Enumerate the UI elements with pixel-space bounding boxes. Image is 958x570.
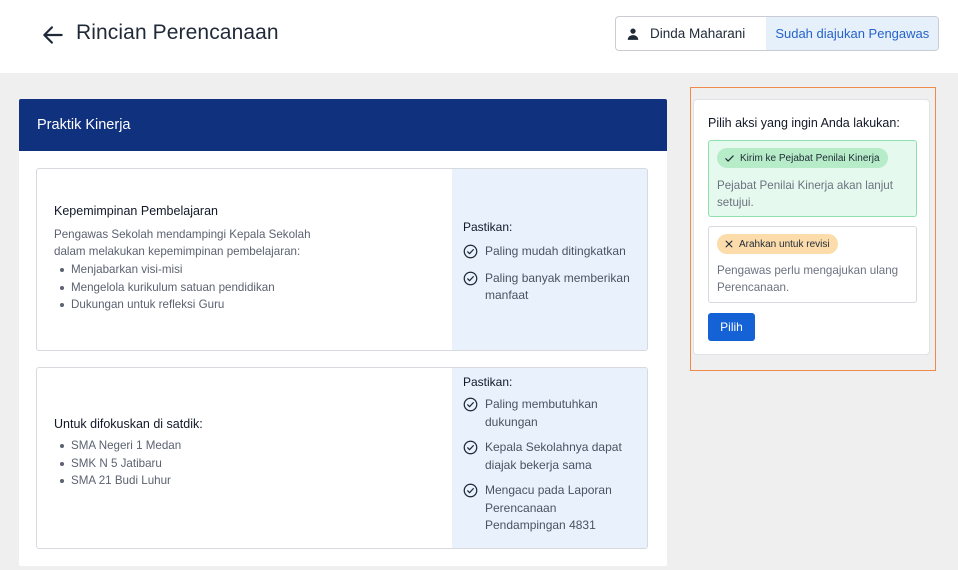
arrow-left-icon — [43, 26, 63, 44]
checklist-item: Kepala Sekolahnya dapat diajak bekerja s… — [463, 439, 641, 474]
block-content: Untuk difokuskan di satdik: SMA Negeri 1… — [37, 368, 452, 548]
school-list: SMA Negeri 1 Medan SMK N 5 Jatibaru SMA … — [54, 437, 452, 490]
option-description-line: Perencanaan. — [717, 281, 790, 294]
person-icon — [627, 27, 639, 40]
action-panel: Pilih aksi yang ingin Anda lakukan: Kiri… — [693, 99, 930, 355]
checklist-text: manfaat — [485, 288, 529, 302]
checklist-panel: Pastikan: Paling membutuhkan dukungan Ke… — [452, 368, 647, 548]
kepemimpinan-block: Kepemimpinan Pembelajaran Pengawas Sekol… — [36, 168, 648, 351]
check-icon — [725, 154, 734, 162]
option-description-line: Pengawas perlu mengajukan ulang — [717, 264, 899, 277]
checklist-item: Mengacu pada Laporan Perencanaan Pendamp… — [463, 482, 641, 535]
top-bar: Rincian Perencanaan Dinda Maharani Sudah… — [0, 0, 958, 73]
option-description: Pejabat Penilai Kinerja akan lanjut setu… — [717, 177, 907, 211]
option-send-to-assessor[interactable]: Kirim ke Pejabat Penilai Kinerja Pejabat… — [708, 140, 917, 217]
status-text: Sudah diajukan Pengawas — [775, 26, 930, 41]
block-description-line: dalam melakukan kepemimpinan pembelajara… — [54, 245, 301, 258]
option-description-line: setujui. — [717, 195, 754, 209]
checklist-title: Pastikan: — [463, 220, 513, 234]
list-item: Menjabarkan visi-misi — [54, 261, 452, 279]
block-title: Kepemimpinan Pembelajaran — [54, 204, 218, 218]
list-item: SMK N 5 Jatibaru — [54, 455, 452, 473]
list-item: SMA Negeri 1 Medan — [54, 437, 452, 455]
checklist-item: Paling membutuhkan dukungan — [463, 396, 641, 431]
check-circle-icon — [463, 244, 478, 259]
user-status-pill: Dinda Maharani Sudah diajukan Pengawas — [615, 16, 940, 51]
chip-label: Arahkan untuk revisi — [739, 238, 830, 250]
check-circle-icon — [463, 440, 478, 455]
checklist-text: Paling membutuhkan — [485, 397, 598, 411]
checklist-panel: Pastikan: Paling mudah ditingkatkan Pali… — [452, 169, 647, 350]
checklist-text: Mengacu pada Laporan — [485, 483, 612, 497]
block-title: Untuk difokuskan di satdik: — [54, 417, 203, 431]
checklist-text: Pendampingan 4831 — [485, 518, 596, 532]
checklist-title: Pastikan: — [463, 375, 513, 389]
action-title: Pilih aksi yang ingin Anda lakukan: — [708, 116, 900, 130]
option-request-revision[interactable]: Arahkan untuk revisi Pengawas perlu meng… — [708, 226, 917, 303]
bullet-list: Menjabarkan visi-misi Mengelola kurikulu… — [54, 261, 452, 314]
checklist-text: Paling mudah ditingkatkan — [485, 244, 626, 258]
checklist-text: dukungan — [485, 414, 538, 429]
praktik-kinerja-card: Praktik Kinerja Kepemimpinan Pembelajara… — [19, 99, 667, 566]
section-header: Praktik Kinerja — [19, 99, 667, 151]
checklist-text: diajak bekerja sama — [485, 457, 592, 472]
check-circle-icon — [463, 397, 478, 412]
user-info[interactable]: Dinda Maharani — [616, 17, 766, 50]
pilih-button[interactable]: Pilih — [708, 313, 755, 341]
block-content: Kepemimpinan Pembelajaran Pengawas Sekol… — [37, 169, 452, 350]
option-description-line: Pejabat Penilai Kinerja akan lanjut — [717, 178, 893, 192]
section-title: Praktik Kinerja — [37, 117, 131, 133]
block-description-line: Pengawas Sekolah mendampingi Kepala Seko… — [54, 228, 311, 241]
checklist-text: Kepala Sekolahnya dapat — [485, 440, 622, 454]
option-description: Pengawas perlu mengajukan ulang Perencan… — [717, 262, 907, 296]
list-item: SMA 21 Budi Luhur — [54, 472, 452, 490]
option-chip: Arahkan untuk revisi — [717, 234, 838, 254]
page-title: Rincian Perencanaan — [76, 21, 279, 44]
status-badge: Sudah diajukan Pengawas — [766, 17, 939, 50]
list-item: Dukungan untuk refleksi Guru — [54, 296, 452, 314]
checklist-item: Paling banyak memberikan manfaat — [463, 270, 641, 305]
list-item: Mengelola kurikulum satuan pendidikan — [54, 279, 452, 297]
checklist-text: Perencanaan — [485, 500, 557, 515]
checklist-item: Paling mudah ditingkatkan — [463, 243, 641, 261]
option-chip: Kirim ke Pejabat Penilai Kinerja — [717, 148, 888, 168]
checklist-text: Paling banyak memberikan — [485, 270, 630, 285]
check-circle-icon — [463, 271, 478, 285]
back-button[interactable] — [40, 22, 66, 48]
chip-label: Kirim ke Pejabat Penilai Kinerja — [740, 152, 880, 164]
check-circle-icon — [463, 483, 478, 498]
user-name: Dinda Maharani — [650, 26, 746, 41]
x-icon — [725, 240, 733, 248]
satdik-block: Untuk difokuskan di satdik: SMA Negeri 1… — [36, 367, 648, 549]
